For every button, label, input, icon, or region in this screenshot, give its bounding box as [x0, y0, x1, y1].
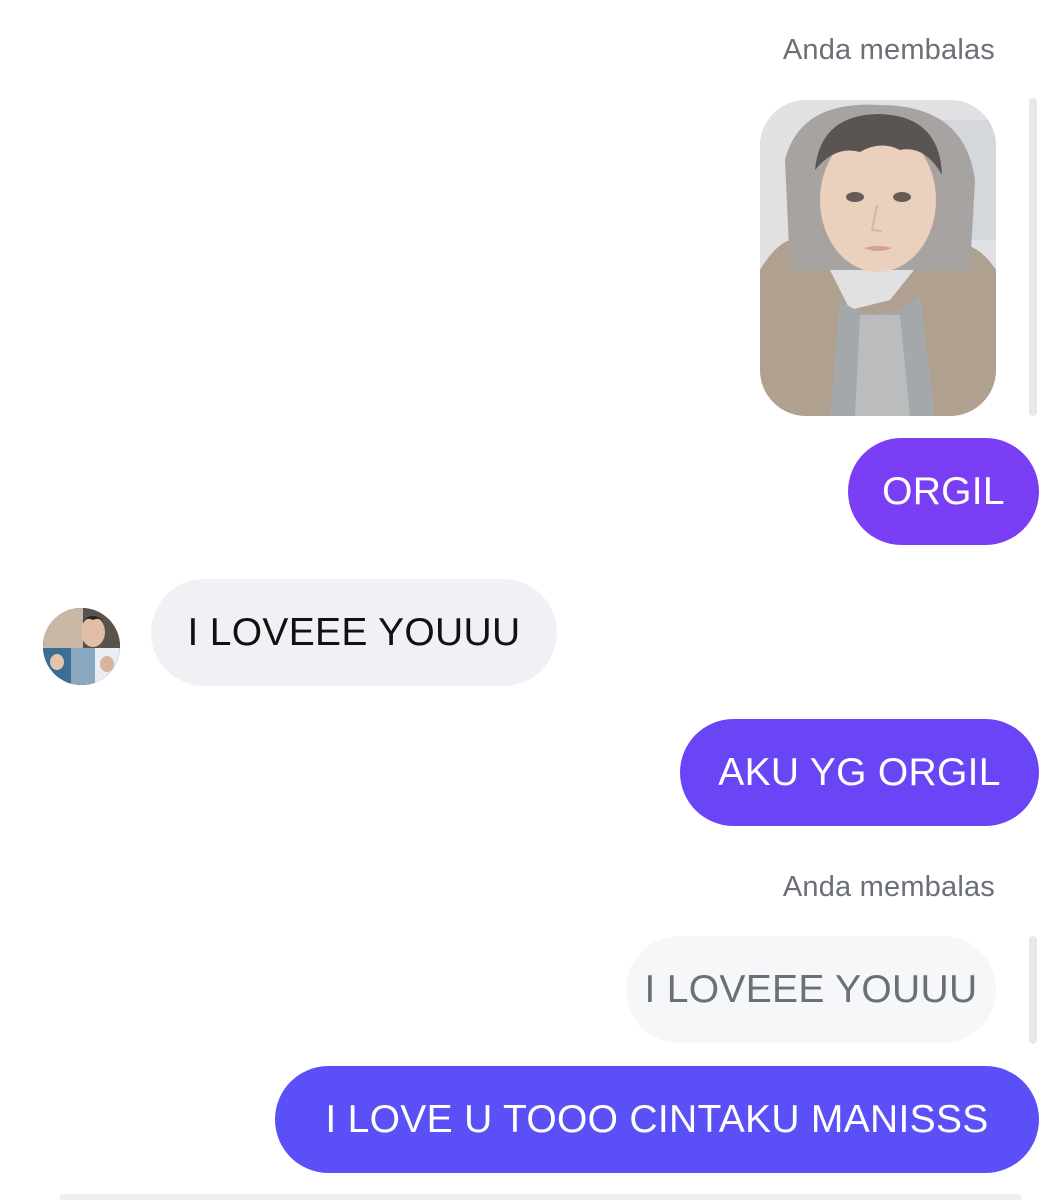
reply-indicator-bar — [1029, 98, 1037, 416]
reply-label: Anda membalas — [782, 34, 995, 66]
quoted-message-bubble[interactable]: I LOVEEE YOUUU — [626, 936, 996, 1043]
photo-thumbnail-icon — [760, 100, 996, 416]
avatar-photo-icon — [43, 608, 120, 685]
reply-indicator-bar — [1029, 936, 1037, 1044]
reply-label: Anda membalas — [782, 871, 995, 903]
contact-avatar[interactable] — [43, 608, 120, 685]
sent-message-bubble[interactable]: I LOVE U TOOO CINTAKU MANISSS — [275, 1066, 1039, 1173]
sent-message-bubble[interactable]: ORGIL — [848, 438, 1039, 545]
received-message-bubble[interactable]: I LOVEEE YOUUU — [151, 579, 557, 686]
next-message-edge — [60, 1194, 1021, 1200]
quoted-photo[interactable] — [760, 100, 996, 416]
sent-message-bubble[interactable]: AKU YG ORGIL — [680, 719, 1039, 826]
